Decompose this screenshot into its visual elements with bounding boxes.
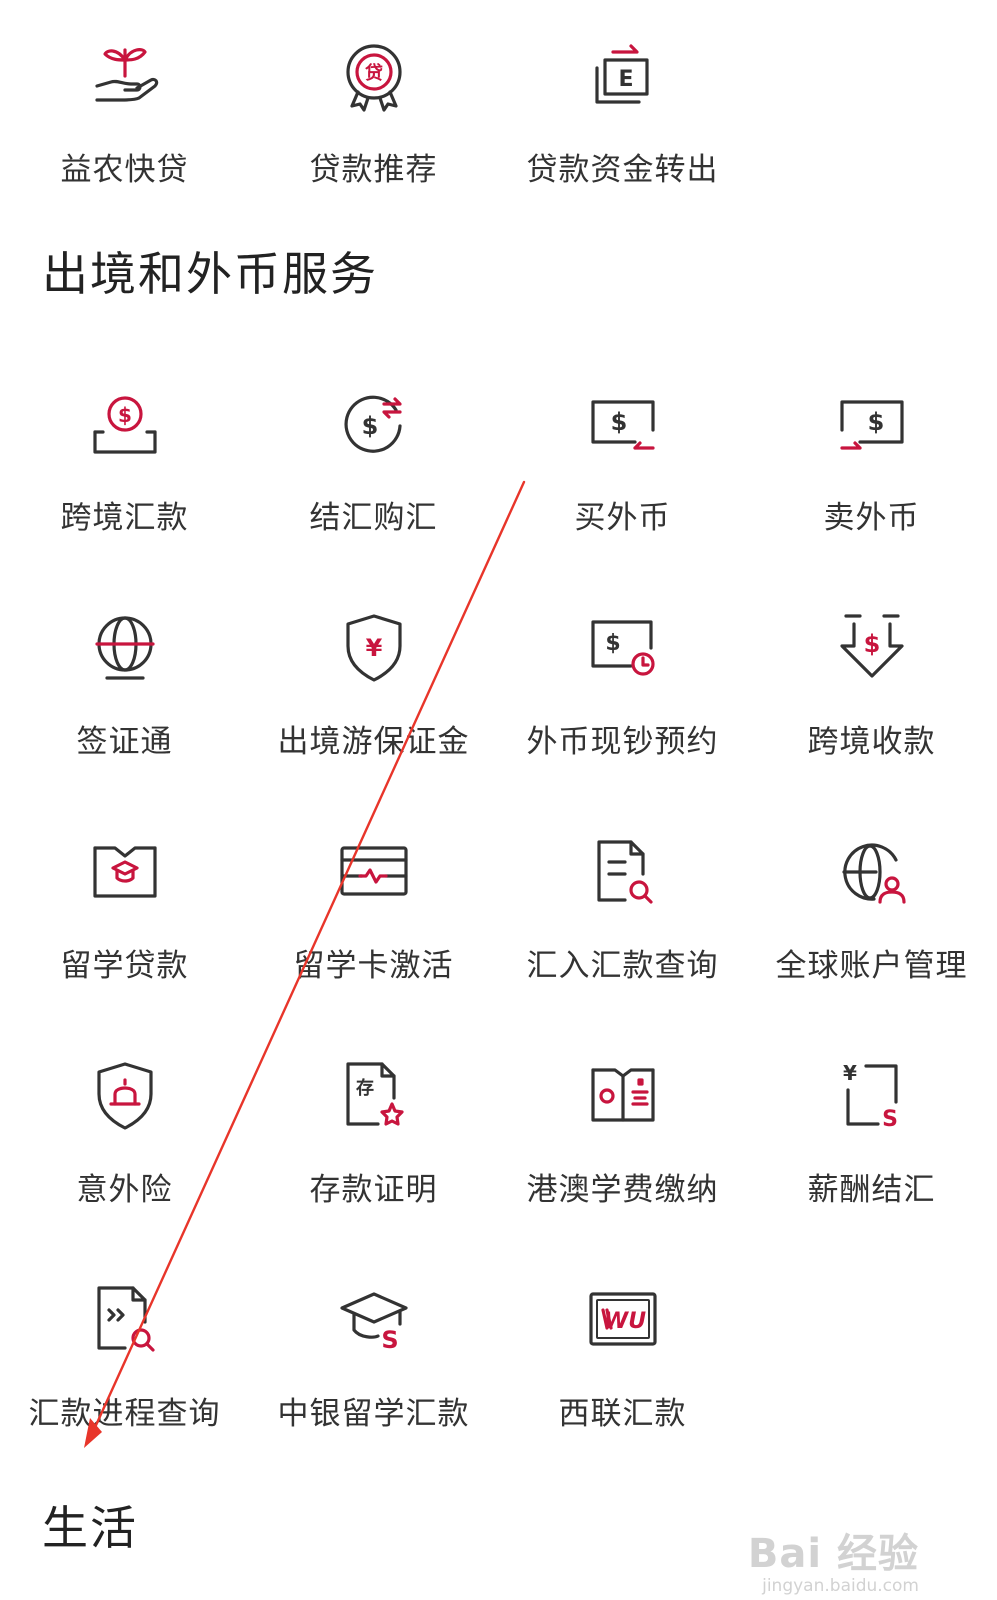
svg-text:$: $ [863,630,880,658]
tile-buy-foreign-currency[interactable]: $ 买外币 [498,386,747,610]
tile-hk-macau-tuition[interactable]: 港澳学费缴纳 [498,1058,747,1282]
svg-text:$: $ [867,408,884,436]
tile-global-account[interactable]: 全球账户管理 [747,834,996,1058]
document-search-icon [596,840,653,904]
section-title-life: 生活 [42,1501,138,1555]
tile-cross-border-remittance[interactable]: $ 跨境汇款 [0,386,249,610]
sprout-hand-icon [94,48,158,102]
tile-boc-study-remittance[interactable]: S 中银留学汇款 [249,1282,498,1506]
tile-label: 汇款进程查询 [28,1396,221,1432]
salary-exchange-icon: ¥ S [843,1061,898,1132]
tile-label: 出境游保证金 [277,724,470,760]
loan-badge-icon: 贷 [345,44,402,112]
tile-label: 全球账户管理 [775,948,968,984]
graduation-cap-dollar-icon: S [339,1292,408,1354]
tile-cash-reservation[interactable]: $ 外币现钞预约 [498,610,747,834]
progress-search-icon [96,1286,155,1352]
tile-label: 薪酬结汇 [807,1172,936,1208]
tile-label: 卖外币 [823,500,920,536]
tile-label: 签证通 [76,724,173,760]
tile-label: 港澳学费缴纳 [526,1172,719,1208]
tile-inward-remittance-query[interactable]: 汇入汇款查询 [498,834,747,1058]
tile-label: 留学贷款 [60,948,189,984]
tile-deposit-certificate[interactable]: 存 存款证明 [249,1058,498,1282]
tile-label: 外币现钞预约 [526,724,719,760]
yen-shield-icon: ¥ [345,614,402,682]
buy-currency-icon: $ [590,400,655,450]
salary-yen-glyph: ¥ [843,1061,857,1085]
globe-icon [94,616,155,680]
tile-yinong-quick-loan[interactable]: 益农快贷 [0,38,249,208]
svg-text:$: $ [610,408,627,436]
tile-label: 留学卡激活 [293,948,454,984]
sell-currency-icon: $ [839,400,904,450]
watermark-url: jingyan.baidu.com [762,1576,919,1596]
deposit-glyph: 存 [356,1077,374,1099]
tile-cross-border-collection[interactable]: $ 跨境收款 [747,610,996,834]
tile-accident-insurance[interactable]: 意外险 [0,1058,249,1282]
card-pulse-icon [339,846,408,896]
hk-macau-book-icon [590,1068,655,1122]
coin-tray-icon: $ [92,396,157,454]
tile-label: 存款证明 [309,1172,438,1208]
cash-clock-icon: $ [590,620,655,676]
tile-label: 贷款推荐 [309,152,438,188]
tile-label: 中银留学汇款 [277,1396,470,1432]
tile-loan-transfer-out[interactable]: E 贷款资金转出 [498,38,747,208]
tile-study-card-activation[interactable]: 留学卡激活 [249,834,498,1058]
svg-text:$: $ [118,403,132,427]
svg-text:S: S [882,1107,898,1132]
tile-travel-deposit[interactable]: ¥ 出境游保证金 [249,610,498,834]
tile-salary-settlement[interactable]: ¥ S 薪酬结汇 [747,1058,996,1282]
tile-label: 益农快贷 [60,152,189,188]
fx-services-grid: $ 跨境汇款 $ 结汇购汇 $ 买外币 $ 卖外币 签证通 ¥ 出境游保证金 $… [0,386,997,1506]
tile-study-abroad-loan[interactable]: 留学贷款 [0,834,249,1058]
graduation-book-icon [92,846,157,898]
tile-fx-settlement[interactable]: $ 结汇购汇 [249,386,498,610]
tile-label: 汇入汇款查询 [526,948,719,984]
alarm-shield-icon [96,1062,153,1130]
tile-label: 西联汇款 [558,1396,687,1432]
currency-exchange-icon: $ [344,395,402,453]
yen-glyph: ¥ [365,634,382,662]
tile-sell-foreign-currency[interactable]: $ 卖外币 [747,386,996,610]
svg-text:$: $ [361,412,378,440]
tile-label: 贷款资金转出 [526,152,719,188]
e-transfer-icon: E [594,44,649,104]
tile-label: 买外币 [574,500,671,536]
tile-visa-service[interactable]: 签证通 [0,610,249,834]
svg-text:S: S [381,1326,398,1354]
tile-remittance-progress-query[interactable]: 汇款进程查询 [0,1282,249,1506]
tile-label: 跨境收款 [807,724,936,760]
svg-text:$: $ [605,631,620,656]
e-transfer-glyph: E [618,67,633,92]
western-union-icon: WU [588,1292,657,1346]
loan-badge-glyph: 贷 [365,62,383,84]
tile-label: 跨境汇款 [60,500,189,536]
globe-user-icon [841,843,906,904]
receive-arrow-icon: $ [839,614,904,678]
loan-services-grid: 益农快贷 贷 贷款推荐 E 贷款资金转出 [0,38,997,208]
watermark: Bai 经验 jingyan.baidu.com [748,1532,919,1596]
watermark-brand: Bai 经验 [747,1531,919,1577]
tile-label: 结汇购汇 [309,500,438,536]
tile-loan-recommend[interactable]: 贷 贷款推荐 [249,38,498,208]
deposit-certificate-icon: 存 [345,1062,404,1126]
section-title-fx-services: 出境和外币服务 [42,247,378,301]
tile-western-union[interactable]: WU 西联汇款 [498,1282,747,1506]
tile-label: 意外险 [76,1172,173,1208]
